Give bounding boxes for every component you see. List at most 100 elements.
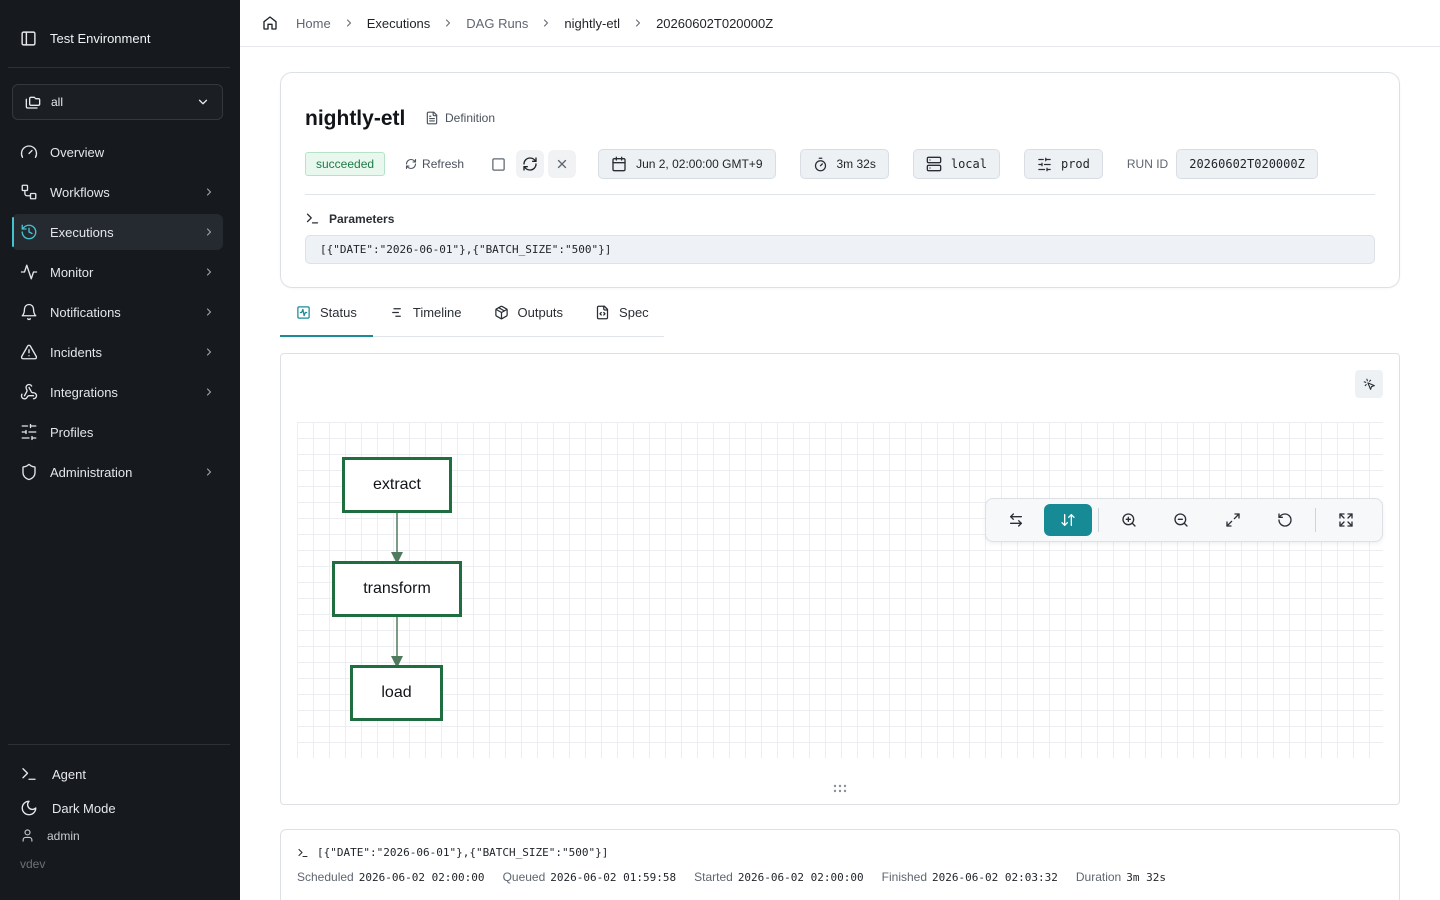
dag-node-load[interactable]: load [350, 665, 443, 721]
namespace-selector[interactable]: all [12, 84, 223, 120]
tab-timeline[interactable]: Timeline [373, 288, 478, 336]
chevron-right-icon [203, 266, 215, 278]
sidebar-item-overview[interactable]: Overview [12, 134, 223, 170]
profile-chip: prod [1023, 149, 1103, 179]
dag-node-transform[interactable]: transform [332, 561, 462, 617]
run-meta-row: succeeded Refresh Jun 2, 02:00:00 GMT+9 … [305, 149, 1318, 179]
sidebar-item-label: Workflows [50, 184, 110, 200]
details-parameters: [{"DATE":"2026-06-01"},{"BATCH_SIZE":"50… [297, 846, 608, 859]
user-menu[interactable]: admin [20, 828, 220, 843]
agent-button[interactable]: Agent [20, 762, 220, 786]
parameters-heading: Parameters [305, 211, 394, 226]
tab-status[interactable]: Status [280, 288, 373, 337]
sidebar-divider [8, 744, 230, 745]
refresh-label: Refresh [422, 157, 465, 171]
history-icon [20, 223, 38, 241]
alert-triangle-icon [20, 343, 38, 361]
sidebar-divider [8, 67, 230, 68]
sidebar-footer: Agent Dark Mode admin vdev [20, 762, 220, 872]
resize-handle[interactable] [833, 784, 847, 794]
retry-button[interactable] [516, 150, 545, 178]
profile-value: prod [1060, 157, 1090, 171]
queued-label: Queued [502, 870, 546, 884]
dark-mode-toggle[interactable]: Dark Mode [20, 796, 220, 820]
calendar-icon [611, 156, 627, 172]
dag-graph-panel: extract transform load [280, 353, 1400, 805]
pointer-mode-button[interactable] [1355, 370, 1383, 398]
file-text-icon [425, 111, 439, 125]
sidebar-item-monitor[interactable]: Monitor [12, 254, 223, 290]
bell-icon [20, 303, 38, 321]
square-icon [491, 157, 506, 172]
zoom-out-button[interactable] [1157, 504, 1205, 536]
sidebar-item-integrations[interactable]: Integrations [12, 374, 223, 410]
timer-icon [813, 157, 828, 172]
vertical-layout-button[interactable] [1044, 504, 1092, 536]
chevron-right-icon [442, 17, 454, 29]
breadcrumb-dag-runs[interactable]: DAG Runs [466, 16, 528, 31]
activity-icon [20, 263, 38, 281]
rotate-ccw-icon [1277, 512, 1293, 528]
sidebar-item-label: Monitor [50, 264, 94, 280]
scheduled-time-chip: Jun 2, 02:00:00 GMT+9 [598, 149, 776, 179]
version-label: vdev [20, 857, 46, 871]
executor-value: local [950, 157, 987, 171]
sidebar-item-incidents[interactable]: Incidents [12, 334, 223, 370]
sidebar-item-executions[interactable]: Executions [12, 214, 223, 250]
chevron-right-icon [203, 346, 215, 358]
stop-button[interactable] [484, 150, 512, 178]
sidebar-nav: Overview Workflows Executions Monitor No… [12, 134, 223, 494]
terminal-icon [305, 211, 320, 226]
tab-label: Status [320, 304, 357, 320]
chevron-down-icon [196, 95, 210, 109]
file-code-icon [595, 305, 610, 320]
refresh-icon [405, 158, 417, 170]
refresh-button[interactable]: Refresh [405, 157, 464, 171]
cancel-button[interactable] [548, 150, 577, 178]
duration-label: Duration [1075, 870, 1122, 884]
reset-view-button[interactable] [1261, 504, 1309, 536]
sidebar-item-workflows[interactable]: Workflows [12, 174, 223, 210]
breadcrumb-executions[interactable]: Executions [367, 16, 431, 31]
definition-link[interactable]: Definition [425, 111, 495, 125]
run-id-chip[interactable]: 20260602T020000Z [1176, 149, 1318, 179]
status-badge: succeeded [305, 152, 386, 176]
scheduled-time-value: Jun 2, 02:00:00 GMT+9 [636, 157, 763, 171]
environment-toggle[interactable]: Test Environment [20, 30, 150, 47]
user-icon [20, 828, 35, 843]
sidebar: Test Environment all Overview Workflows … [0, 0, 240, 900]
activity-square-icon [296, 305, 311, 320]
environment-name: Test Environment [50, 31, 151, 46]
shield-icon [20, 463, 38, 481]
sliders-icon [20, 423, 38, 441]
sidebar-item-administration[interactable]: Administration [12, 454, 223, 490]
sidebar-item-notifications[interactable]: Notifications [12, 294, 223, 330]
tab-outputs[interactable]: Outputs [478, 288, 580, 336]
duration-value: 3m 32s [836, 157, 876, 171]
fullscreen-button[interactable] [1322, 504, 1370, 536]
dag-canvas[interactable]: extract transform load [297, 422, 1383, 758]
toolbar-divider [1098, 508, 1099, 532]
breadcrumb-home[interactable]: Home [296, 16, 331, 31]
card-divider [305, 194, 1375, 195]
retry-icon [522, 156, 538, 172]
tab-spec[interactable]: Spec [579, 288, 665, 336]
sliders-icon [1037, 157, 1052, 172]
chevron-right-icon [203, 466, 215, 478]
sidebar-item-label: Integrations [50, 384, 118, 400]
username: admin [47, 828, 80, 843]
zoom-in-button[interactable] [1105, 504, 1153, 536]
horizontal-layout-button[interactable] [992, 504, 1040, 536]
chevron-right-icon [203, 306, 215, 318]
breadcrumb-dag[interactable]: nightly-etl [564, 16, 620, 31]
sidebar-item-profiles[interactable]: Profiles [12, 414, 223, 450]
home-icon[interactable] [262, 15, 278, 31]
executor-chip: local [912, 149, 1000, 179]
chevron-right-icon [540, 17, 552, 29]
fit-view-button[interactable] [1209, 504, 1257, 536]
zoom-out-icon [1173, 512, 1189, 528]
scheduled-label: Scheduled [297, 870, 354, 884]
server-icon [926, 156, 942, 172]
fullscreen-icon [1338, 512, 1354, 528]
dag-node-extract[interactable]: extract [342, 457, 452, 513]
